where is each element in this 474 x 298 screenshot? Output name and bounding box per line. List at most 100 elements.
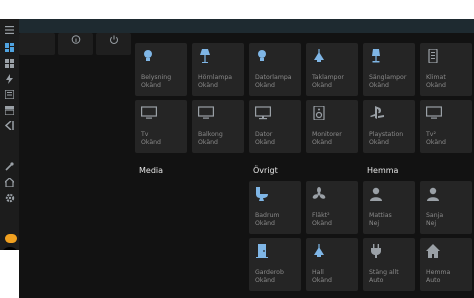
playstation-icon <box>369 105 384 119</box>
top-blank-area <box>0 0 474 19</box>
tile-name: Playstation <box>369 131 404 138</box>
tile-name: Garderob <box>255 269 284 276</box>
ceiling-light-icon <box>312 48 326 62</box>
power-icon <box>109 35 118 47</box>
tv-icon <box>198 105 215 119</box>
tile-state: Okänd <box>198 139 218 146</box>
energy-icon[interactable] <box>4 73 15 84</box>
entity-tile[interactable]: Badrum Okänd <box>249 181 301 234</box>
power-plug-icon <box>369 243 383 258</box>
toilet-icon <box>255 186 269 201</box>
door-icon <box>255 243 269 258</box>
entity-tile[interactable]: Mattias Nej <box>363 181 415 234</box>
tv-icon <box>426 105 443 119</box>
tile-state: Auto <box>369 277 384 284</box>
tile-name: Fläkt² <box>312 212 330 219</box>
tile-state: Auto <box>426 277 441 284</box>
notification-badge[interactable] <box>5 234 17 243</box>
entity-tile[interactable]: Dator Okänd <box>249 100 301 153</box>
tile-state: Okänd <box>312 220 332 227</box>
settings-icon[interactable] <box>4 192 15 203</box>
tile-state: Okänd <box>369 139 389 146</box>
vscode-icon[interactable] <box>4 120 15 131</box>
sidebar <box>0 19 19 267</box>
entity-tile[interactable]: Garderob Okänd <box>249 238 301 291</box>
tile-state: Nej <box>426 220 437 227</box>
tile-name: Dator <box>255 131 273 138</box>
section-title-hemma: Hemma <box>367 166 399 175</box>
account-icon <box>369 186 383 201</box>
tile-name: Hall <box>312 269 324 276</box>
entity-tile[interactable]: Balkong Okänd <box>192 100 244 153</box>
fan-icon <box>312 186 326 200</box>
entity-tile[interactable]: Tv² Okänd <box>420 100 472 153</box>
entity-tile[interactable]: Stäng allt Auto <box>363 238 415 291</box>
home-assistant-icon[interactable] <box>4 177 15 188</box>
tile-state: Okänd <box>312 277 332 284</box>
info-icon <box>71 35 80 47</box>
tile-name: Monitorer <box>312 131 342 138</box>
tile-state: Okänd <box>255 277 275 284</box>
monitor-icon <box>255 105 272 120</box>
map-icon[interactable] <box>4 58 15 69</box>
tile-state: Okänd <box>426 139 446 146</box>
menu-icon[interactable] <box>4 24 15 35</box>
tile-state: Okänd <box>426 82 446 89</box>
tile-name: Balkong <box>198 131 223 138</box>
top-card[interactable] <box>58 33 93 55</box>
section-title-ovrigt: Övrigt <box>253 166 278 175</box>
tile-state: Okänd <box>312 82 332 89</box>
entity-tile[interactable]: Sanja Nej <box>420 181 472 234</box>
tile-name: Sanja <box>426 212 444 219</box>
entity-tile[interactable]: Belysning Okänd <box>135 43 187 96</box>
entity-tile[interactable]: Hörnlampa Okänd <box>192 43 244 96</box>
tv-icon <box>141 105 158 119</box>
bottom-blank-area <box>0 250 19 298</box>
history-icon[interactable] <box>4 105 15 116</box>
ceiling-light-icon <box>312 243 326 257</box>
entity-tile[interactable]: Tv Okänd <box>135 100 187 153</box>
top-card[interactable] <box>19 33 55 55</box>
tile-name: Klimat <box>426 74 446 81</box>
entity-tile[interactable]: Taklampor Okänd <box>306 43 358 96</box>
entity-tile[interactable]: Klimat Okänd <box>420 43 472 96</box>
bulb-icon <box>141 48 155 62</box>
tile-state: Okänd <box>198 82 218 89</box>
tile-name: Hemma <box>426 269 451 276</box>
tile-name: Taklampor <box>312 74 344 81</box>
speaker-icon <box>312 105 326 121</box>
entity-tile[interactable]: Datorlampa Okänd <box>249 43 301 96</box>
tile-state: Okänd <box>255 82 275 89</box>
remote-icon <box>426 48 440 64</box>
tile-state: Nej <box>369 220 380 227</box>
top-card[interactable] <box>96 33 131 55</box>
entity-tile[interactable]: Fläkt² Okänd <box>306 181 358 234</box>
floor-lamp-icon <box>198 48 212 63</box>
bulb-icon <box>255 48 269 62</box>
tile-name: Datorlampa <box>255 74 292 81</box>
tile-name: Tv² <box>426 131 436 138</box>
tile-name: Belysning <box>141 74 172 81</box>
dashboard-icon[interactable] <box>4 42 15 53</box>
tile-name: Sänglampor <box>369 74 407 81</box>
top-header-bar <box>19 19 474 33</box>
tile-state: Okänd <box>141 82 161 89</box>
tile-name: Stäng allt <box>369 269 399 276</box>
tile-state: Okänd <box>141 139 161 146</box>
entity-tile[interactable]: Monitorer Okänd <box>306 100 358 153</box>
tile-name: Hörnlampa <box>198 74 233 81</box>
entity-tile[interactable]: Playstation Okänd <box>363 100 415 153</box>
tile-name: Badrum <box>255 212 280 219</box>
tile-name: Mattias <box>369 212 392 219</box>
entity-tile[interactable]: Hemma Auto <box>420 238 472 291</box>
tile-state: Okänd <box>369 82 389 89</box>
entity-tile[interactable]: Sänglampor Okänd <box>363 43 415 96</box>
entity-tile[interactable]: Hall Okänd <box>306 238 358 291</box>
section-title-media: Media <box>139 166 164 175</box>
logbook-icon[interactable] <box>4 89 15 100</box>
home-icon <box>426 243 440 258</box>
lamp-icon <box>369 48 383 63</box>
tools-icon[interactable] <box>4 161 15 172</box>
tile-name: Tv <box>141 131 149 138</box>
tile-state: Okänd <box>312 139 332 146</box>
